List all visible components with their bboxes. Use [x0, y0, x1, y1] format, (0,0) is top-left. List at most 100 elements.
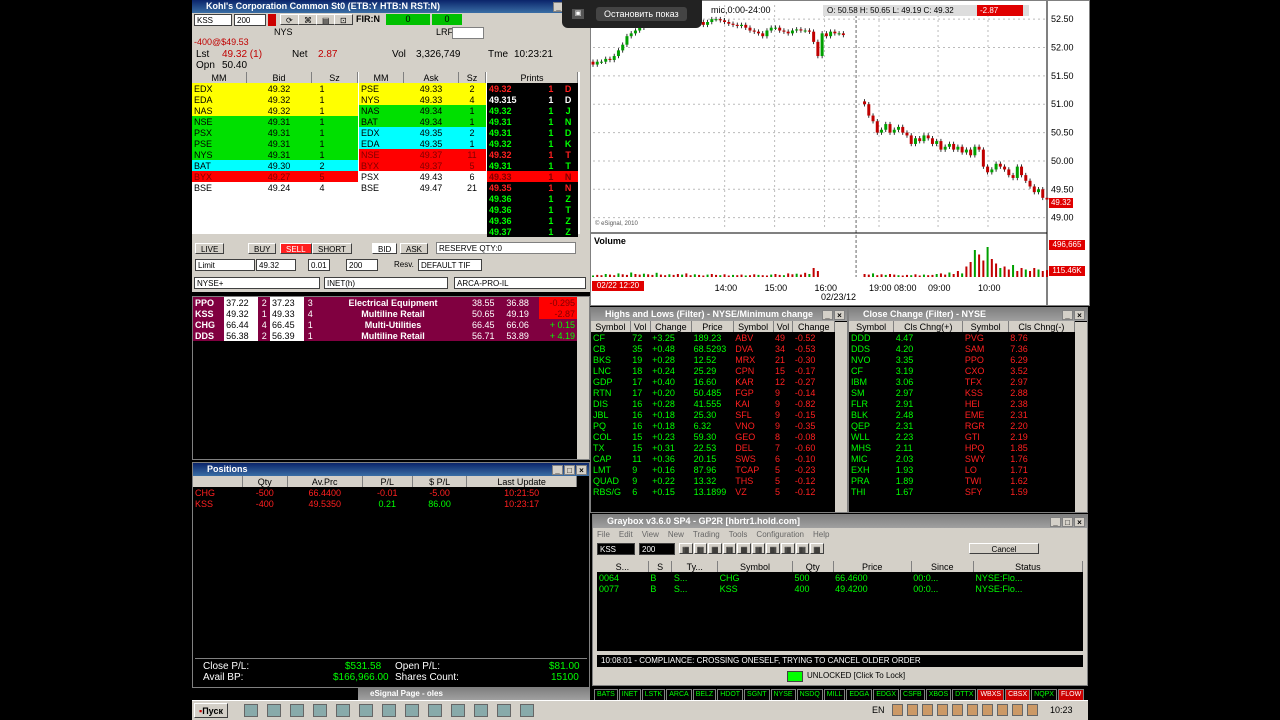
layout-icon[interactable]: ▦: [737, 543, 751, 554]
network-icon[interactable]: [497, 704, 511, 717]
bid-row[interactable]: BSE 49.24 4: [192, 182, 358, 193]
close-change-row[interactable]: DDD 4.47 PVG 8.76: [849, 332, 1075, 343]
ask-row[interactable]: EDX 49.35 2: [359, 127, 486, 138]
highs-lows-header[interactable]: Change: [792, 321, 835, 332]
price-input[interactable]: 49.32: [256, 259, 296, 271]
graybox-symbol-input[interactable]: KSS: [597, 543, 635, 555]
close-change-row[interactable]: NVO 3.35 PPO 6.29: [849, 354, 1075, 365]
clock[interactable]: 10:23: [1050, 705, 1073, 715]
close-icon[interactable]: ×: [834, 310, 845, 320]
highs-lows-row[interactable]: PQ 16 +0.18 6.32 VNO 9 -0.35: [591, 420, 835, 431]
list-icon[interactable]: ▦: [766, 543, 780, 554]
minimize-icon[interactable]: _: [1062, 310, 1073, 320]
graybox-header[interactable]: Price: [833, 561, 912, 572]
lrf-field[interactable]: [452, 27, 484, 39]
app-icon[interactable]: [1027, 704, 1038, 716]
ask-size-header[interactable]: Sz: [458, 72, 486, 83]
route-select-3[interactable]: ARCA-PRO-IL: [454, 277, 586, 289]
minimize-icon[interactable]: _: [822, 310, 833, 320]
graybox-menu-item[interactable]: Trading: [693, 530, 720, 539]
ask-mm-header[interactable]: MM: [359, 72, 404, 83]
stop-show-button[interactable]: Остановить показ: [596, 7, 687, 21]
highs-lows-header[interactable]: Price: [691, 321, 734, 332]
ask-price-header[interactable]: Ask: [403, 72, 459, 83]
firefox-icon[interactable]: [313, 704, 327, 717]
globe-icon[interactable]: ▦: [810, 543, 824, 554]
skype-icon[interactable]: [336, 704, 350, 717]
highs-lows-scrollbar[interactable]: [835, 322, 847, 512]
watchlist-scrollbar[interactable]: [577, 297, 589, 459]
graybox-header[interactable]: S...: [597, 561, 649, 572]
bid-row[interactable]: BYX 49.27 5: [192, 171, 358, 182]
bid-row[interactable]: NAS 49.32 1: [192, 105, 358, 116]
refresh-icon[interactable]: ⟳: [280, 14, 299, 25]
highs-lows-titlebar[interactable]: Highs and Lows (Filter) - NYSE/Minimum c…: [591, 308, 847, 321]
close-change-row[interactable]: THI 1.67 SFY 1.59: [849, 486, 1075, 497]
sell-button[interactable]: SELL: [280, 243, 312, 254]
close-change-row[interactable]: PRA 1.89 TWI 1.62: [849, 475, 1075, 486]
positions-header[interactable]: Qty: [242, 476, 288, 487]
esignal-tab[interactable]: eSignal Page - oles: [358, 688, 590, 700]
position-row[interactable]: CHG -500 66.4400 -0.01 -5.00 10:21:50: [193, 487, 577, 498]
highs-lows-row[interactable]: RBS/G 6 +0.15 13.1899 VZ 5 -0.12: [591, 486, 835, 497]
quantity-input[interactable]: 200: [234, 14, 266, 26]
close-change-row[interactable]: QEP 2.31 RGR 2.20: [849, 420, 1075, 431]
close-change-row[interactable]: MHS 2.11 HPQ 1.85: [849, 442, 1075, 453]
graybox-menu-item[interactable]: Tools: [729, 530, 748, 539]
highs-lows-header[interactable]: Symbol: [591, 321, 631, 332]
lock-bar[interactable]: UNLOCKED [Click To Lock]: [597, 669, 1083, 683]
positions-titlebar[interactable]: Positions _ □ ×: [193, 463, 589, 476]
reserve-qty-field[interactable]: RESERVE QTY:0: [436, 242, 576, 254]
close-change-row[interactable]: DDS 4.20 SAM 7.36: [849, 343, 1075, 354]
minimize-icon[interactable]: _: [1050, 517, 1061, 527]
close-change-row[interactable]: IBM 3.06 TFX 2.97: [849, 376, 1075, 387]
watch-row[interactable]: CHG 66.44 4 66.45 1 Multi-Utilities 66.45 66.06…: [193, 319, 577, 330]
graybox-menu-item[interactable]: Configuration: [756, 530, 804, 539]
highs-lows-row[interactable]: GDP 17 +0.40 16.60 KAR 12 -0.27: [591, 376, 835, 387]
graybox-menu-item[interactable]: Help: [813, 530, 829, 539]
ask-row[interactable]: BYX 49.37 5: [359, 160, 486, 171]
prints-scrollbar[interactable]: [580, 72, 590, 234]
close-change-row[interactable]: FLR 2.91 HEI 2.38: [849, 398, 1075, 409]
close-icon[interactable]: ×: [1074, 517, 1085, 527]
tif-select[interactable]: DEFAULT TIF: [418, 259, 482, 271]
live-button[interactable]: LIVE: [195, 243, 225, 254]
highs-lows-row[interactable]: COL 15 +0.23 59.30 GEO 8 -0.08: [591, 431, 835, 442]
bid-row[interactable]: PSE 49.31 1: [192, 138, 358, 149]
bid-row[interactable]: NYS 49.31 1: [192, 149, 358, 160]
warning-icon[interactable]: [952, 704, 963, 716]
graybox-header[interactable]: S: [648, 561, 673, 572]
lock-label[interactable]: UNLOCKED [Click To Lock]: [807, 671, 905, 680]
maximize-icon[interactable]: □: [564, 465, 575, 475]
graybox-order-row[interactable]: 0064 B S... CHG 500 66.4600 00:0... NYSE:Flo...: [597, 572, 1083, 583]
close-change-titlebar[interactable]: Close Change (Filter) - NYSE _ ×: [849, 308, 1087, 321]
graybox-qty-input[interactable]: 200: [639, 543, 675, 555]
graybox-menu-item[interactable]: Edit: [619, 530, 633, 539]
screen-icon[interactable]: ▣: [572, 9, 584, 19]
route-select-2[interactable]: INET(h): [324, 277, 448, 289]
grid-icon[interactable]: [428, 704, 442, 717]
highs-lows-row[interactable]: DIS 16 +0.28 41.555 KAI 9 -0.82: [591, 398, 835, 409]
app-icon[interactable]: [382, 704, 396, 717]
bid-size-header[interactable]: Sz: [311, 72, 358, 83]
ask-row[interactable]: EDA 49.35 1: [359, 138, 486, 149]
positions-header[interactable]: $ P/L: [412, 476, 468, 487]
bid-price-header[interactable]: Bid: [246, 72, 312, 83]
highs-lows-row[interactable]: TX 15 +0.31 22.53 DEL 7 -0.60: [591, 442, 835, 453]
grid-icon[interactable]: ▦: [708, 543, 722, 554]
update-icon[interactable]: [967, 704, 978, 716]
ask-row[interactable]: BAT 49.34 1: [359, 116, 486, 127]
montage-titlebar[interactable]: Kohl's Corporation Common St0 (ETB:Y HTB…: [192, 0, 590, 13]
maximize-icon[interactable]: □: [1062, 517, 1073, 527]
positions-header[interactable]: Av.Prc: [287, 476, 363, 487]
graybox-menu-item[interactable]: File: [597, 530, 610, 539]
ask-row[interactable]: BSE 49.47 21: [359, 182, 486, 193]
ask-row[interactable]: NSE 49.37 11: [359, 149, 486, 160]
browser-icon[interactable]: [244, 704, 258, 717]
close-change-row[interactable]: MIC 2.03 SWY 1.76: [849, 453, 1075, 464]
positions-header[interactable]: Last Update: [466, 476, 577, 487]
chart-icon[interactable]: ▦: [693, 543, 708, 554]
print-icon[interactable]: ▦: [679, 543, 693, 554]
bid-row[interactable]: PSX 49.31 1: [192, 127, 358, 138]
highs-lows-row[interactable]: QUAD 9 +0.22 13.32 THS 5 -0.12: [591, 475, 835, 486]
